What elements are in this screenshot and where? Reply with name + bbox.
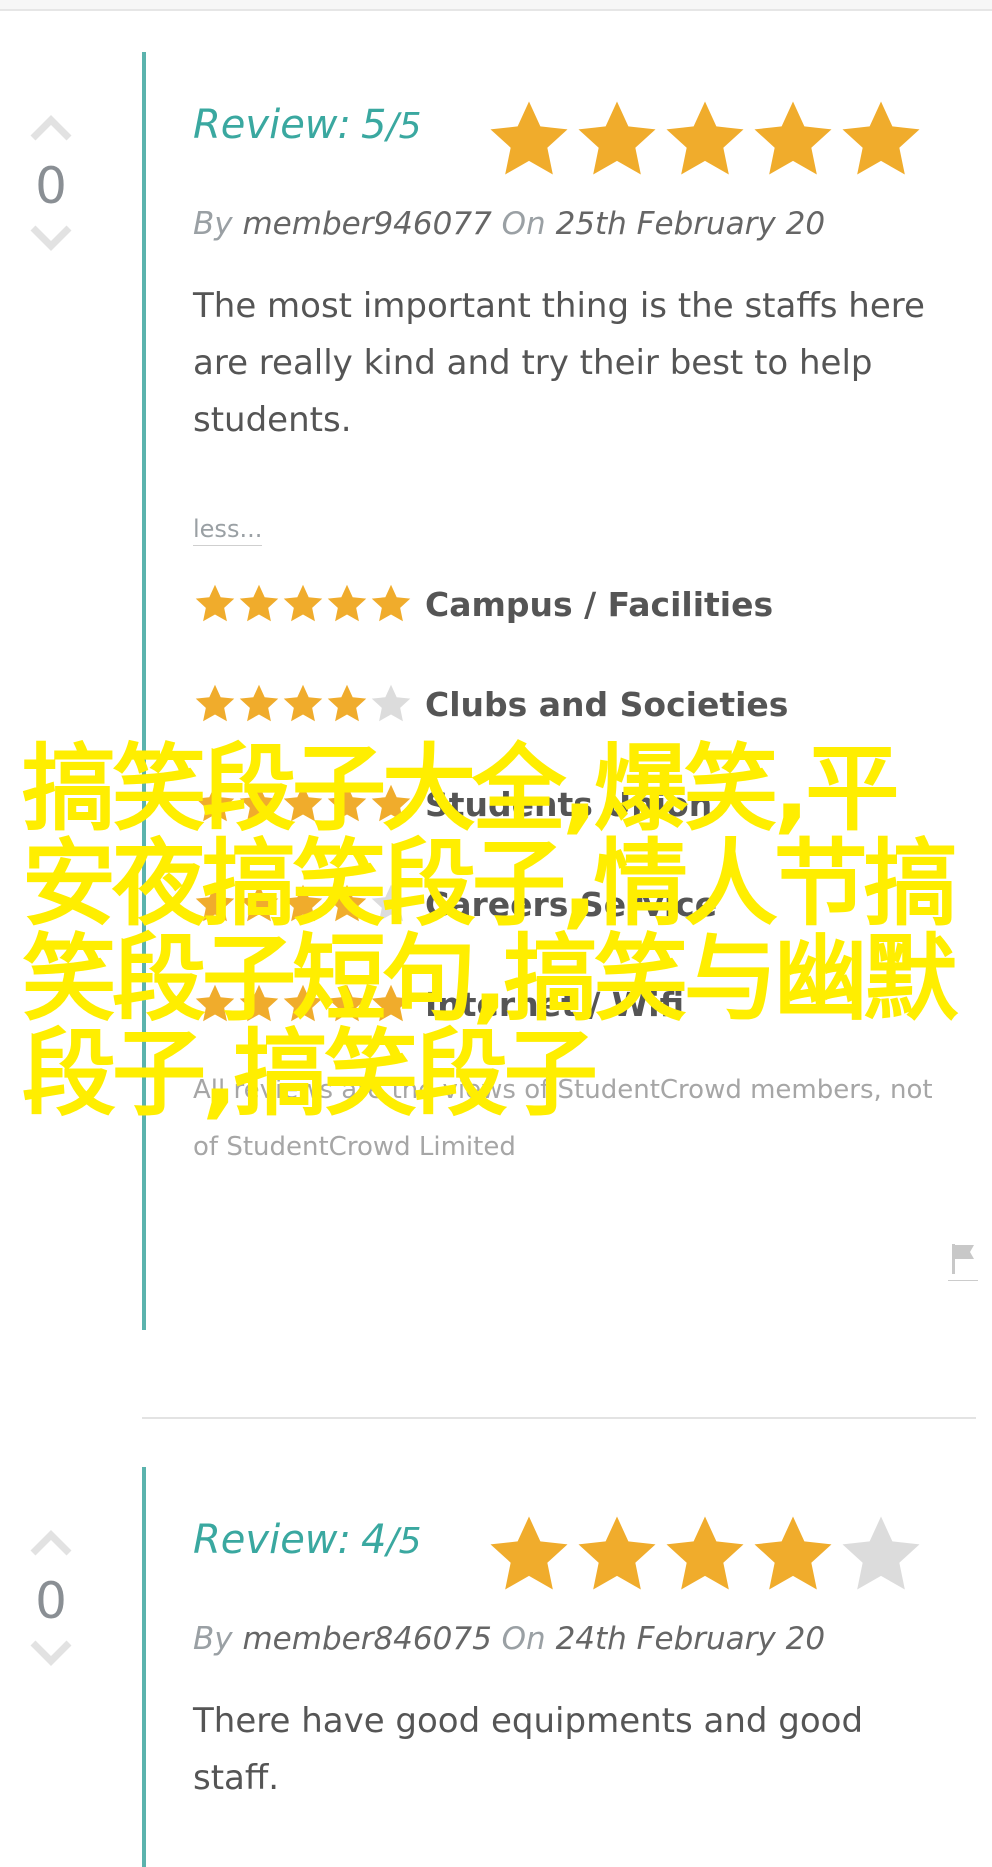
star-icon <box>371 684 411 722</box>
overall-stars <box>485 1511 925 1599</box>
review-score-value: 4 <box>361 1517 387 1563</box>
star-icon <box>195 684 235 722</box>
star-icon <box>327 584 367 622</box>
star-icon <box>327 684 367 722</box>
review-content: Review: 4/5 By member846075 On 24th Febru… <box>193 1511 953 1807</box>
star-icon <box>842 101 920 175</box>
star-icon <box>239 584 279 622</box>
review-title-row: Review: 5/5 <box>193 96 953 186</box>
review-meta: By member946077 On 25th February 20 <box>193 206 953 242</box>
star-icon <box>283 584 323 622</box>
star-icon <box>578 1516 656 1590</box>
category-label: Campus / Facilities <box>425 584 774 624</box>
by-label: By <box>193 1621 233 1657</box>
star-icon <box>842 1516 920 1590</box>
star-icon <box>283 684 323 722</box>
review-label: Review: <box>193 1517 351 1563</box>
review-score-max: /5 <box>386 106 422 147</box>
star-icon <box>195 584 235 622</box>
review-divider <box>142 1417 976 1419</box>
category-stars <box>193 582 425 626</box>
star-icon <box>754 101 832 175</box>
overlay-caption: 搞笑段子大全,爆笑,平安夜搞笑段子,情人节搞笑段子短句,搞笑与幽默段子,搞笑段子 <box>22 735 958 1129</box>
star-icon <box>239 684 279 722</box>
category-row: Campus / Facilities <box>193 554 953 654</box>
review-score-value: 5 <box>361 102 387 148</box>
review-date: 24th February 20 <box>555 1621 826 1657</box>
review-score-max: /5 <box>386 1521 422 1562</box>
by-label: By <box>193 206 233 242</box>
downvote-icon[interactable] <box>29 224 73 254</box>
review-accent-bar <box>142 1467 146 1867</box>
member-name[interactable]: member946077 <box>242 206 491 242</box>
review-score: Review: 5/5 <box>193 102 422 148</box>
review-accent-bar <box>142 52 146 1330</box>
on-label: On <box>501 206 546 242</box>
vote-count: 0 <box>35 157 67 215</box>
review-score: Review: 4/5 <box>193 1517 422 1563</box>
vote-widget: 0 <box>22 112 80 254</box>
star-icon <box>578 101 656 175</box>
category-stars <box>193 682 425 726</box>
vote-count: 0 <box>35 1572 67 1630</box>
overall-stars <box>485 96 925 184</box>
flag-icon[interactable] <box>948 1240 978 1281</box>
member-name[interactable]: member846075 <box>242 1621 491 1657</box>
star-icon <box>490 1516 568 1590</box>
review-text: The most important thing is the staffs h… <box>193 286 925 440</box>
upvote-icon[interactable] <box>29 1527 73 1557</box>
star-icon <box>371 584 411 622</box>
review-text: There have good equipments and good staf… <box>193 1701 864 1798</box>
review-label: Review: <box>193 102 351 148</box>
review-date: 25th February 20 <box>555 206 826 242</box>
category-label: Clubs and Societies <box>425 684 789 724</box>
upvote-icon[interactable] <box>29 112 73 142</box>
on-label: On <box>501 1621 546 1657</box>
star-icon <box>666 101 744 175</box>
top-divider <box>0 0 992 11</box>
star-icon <box>754 1516 832 1590</box>
review-meta: By member846075 On 24th February 20 <box>193 1621 953 1657</box>
vote-widget: 0 <box>22 1527 80 1669</box>
star-icon <box>666 1516 744 1590</box>
downvote-icon[interactable] <box>29 1639 73 1669</box>
less-link[interactable]: less... <box>193 515 263 546</box>
star-icon <box>490 101 568 175</box>
review-title-row: Review: 4/5 <box>193 1511 953 1601</box>
